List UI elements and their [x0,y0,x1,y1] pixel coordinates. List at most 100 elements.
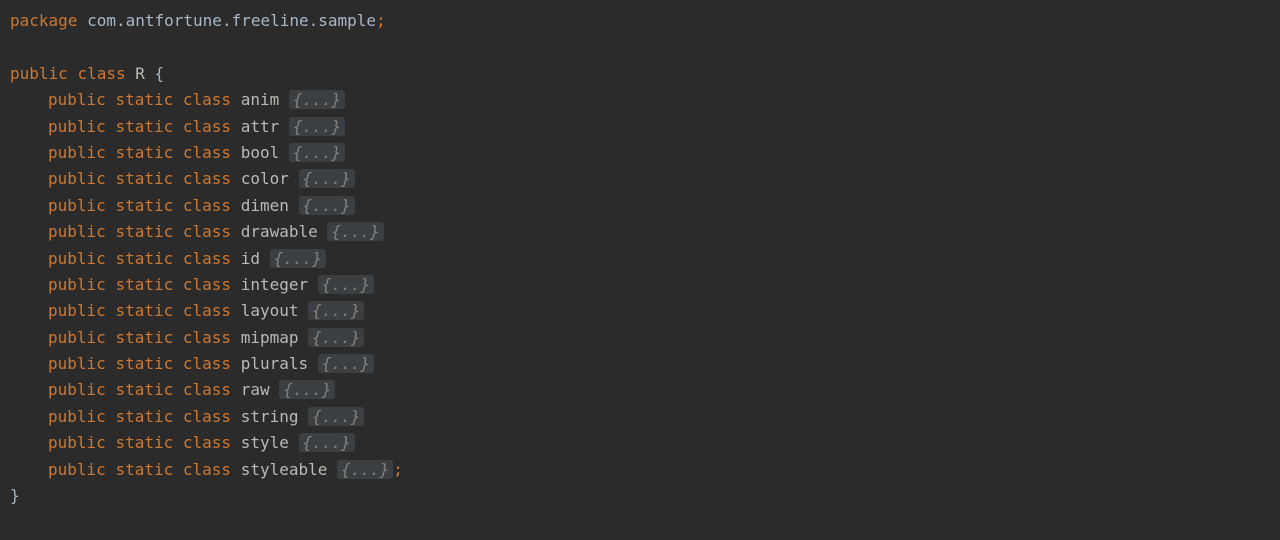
fold-marker[interactable]: {...} [327,222,383,241]
keyword-class: class [183,328,231,347]
keyword-class: class [183,117,231,136]
inner-class-name: styleable [241,460,328,479]
fold-marker[interactable]: {...} [270,249,326,268]
keyword-class: class [183,460,231,479]
fold-marker[interactable]: {...} [299,433,355,452]
semicolon: ; [393,460,403,479]
inner-class-line: public static class color {...} [10,166,1270,192]
keyword-class: class [183,354,231,373]
keyword-static: static [115,117,173,136]
keyword-static: static [115,169,173,188]
inner-class-line: public static class attr {...} [10,114,1270,140]
inner-class-name: attr [241,117,280,136]
keyword-static: static [115,90,173,109]
package-name: com.antfortune.freeline.sample [87,11,376,30]
inner-class-name: style [241,433,289,452]
keyword-class: class [183,380,231,399]
inner-classes-container: public static class anim {...}public sta… [10,87,1270,483]
keyword-public: public [48,249,106,268]
inner-class-line: public static class styleable {...}; [10,457,1270,483]
keyword-class: class [183,275,231,294]
inner-class-line: public static class id {...} [10,246,1270,272]
keyword-static: static [115,222,173,241]
keyword-public: public [48,460,106,479]
keyword-static: static [115,249,173,268]
keyword-class: class [183,433,231,452]
fold-marker[interactable]: {...} [289,117,345,136]
fold-marker[interactable]: {...} [337,460,393,479]
keyword-public: public [48,90,106,109]
keyword-static: static [115,301,173,320]
keyword-class: class [183,90,231,109]
fold-marker[interactable]: {...} [308,407,364,426]
keyword-class: class [183,249,231,268]
inner-class-line: public static class anim {...} [10,87,1270,113]
keyword-static: static [115,275,173,294]
inner-class-name: color [241,169,289,188]
inner-class-name: anim [241,90,280,109]
blank-line [10,34,1270,60]
keyword-static: static [115,407,173,426]
fold-marker[interactable]: {...} [299,169,355,188]
keyword-class: class [183,222,231,241]
inner-class-name: bool [241,143,280,162]
keyword-public: public [48,433,106,452]
keyword-public: public [10,64,68,83]
inner-class-name: plurals [241,354,308,373]
keyword-public: public [48,117,106,136]
fold-marker[interactable]: {...} [289,90,345,109]
fold-marker[interactable]: {...} [289,143,345,162]
inner-class-line: public static class drawable {...} [10,219,1270,245]
keyword-static: static [115,143,173,162]
keyword-public: public [48,222,106,241]
inner-class-line: public static class bool {...} [10,140,1270,166]
keyword-static: static [115,433,173,452]
fold-marker[interactable]: {...} [299,196,355,215]
keyword-public: public [48,407,106,426]
keyword-public: public [48,301,106,320]
keyword-class: class [77,64,125,83]
inner-class-name: layout [241,301,299,320]
fold-marker[interactable]: {...} [318,275,374,294]
fold-marker[interactable]: {...} [318,354,374,373]
class-close: } [10,483,1270,509]
fold-marker[interactable]: {...} [279,380,335,399]
keyword-public: public [48,354,106,373]
keyword-static: static [115,460,173,479]
keyword-static: static [115,328,173,347]
keyword-static: static [115,380,173,399]
fold-marker[interactable]: {...} [308,301,364,320]
inner-class-name: drawable [241,222,318,241]
inner-class-name: raw [241,380,270,399]
inner-class-line: public static class plurals {...} [10,351,1270,377]
inner-class-line: public static class raw {...} [10,377,1270,403]
keyword-class: class [183,196,231,215]
inner-class-line: public static class style {...} [10,430,1270,456]
package-declaration: package com.antfortune.freeline.sample; [10,8,1270,34]
keyword-package: package [10,11,77,30]
keyword-class: class [183,407,231,426]
close-brace: } [10,486,20,505]
inner-class-line: public static class layout {...} [10,298,1270,324]
fold-marker[interactable]: {...} [308,328,364,347]
inner-class-line: public static class string {...} [10,404,1270,430]
code-editor[interactable]: package com.antfortune.freeline.sample; … [10,8,1270,509]
class-declaration: public class R { [10,61,1270,87]
open-brace: { [155,64,165,83]
keyword-class: class [183,301,231,320]
inner-class-name: mipmap [241,328,299,347]
semicolon: ; [376,11,386,30]
inner-class-line: public static class integer {...} [10,272,1270,298]
inner-class-name: dimen [241,196,289,215]
keyword-static: static [115,354,173,373]
keyword-public: public [48,143,106,162]
keyword-public: public [48,328,106,347]
keyword-public: public [48,169,106,188]
inner-class-line: public static class dimen {...} [10,193,1270,219]
inner-class-line: public static class mipmap {...} [10,325,1270,351]
keyword-static: static [115,196,173,215]
keyword-class: class [183,143,231,162]
inner-class-name: integer [241,275,308,294]
keyword-public: public [48,196,106,215]
inner-class-name: string [241,407,299,426]
